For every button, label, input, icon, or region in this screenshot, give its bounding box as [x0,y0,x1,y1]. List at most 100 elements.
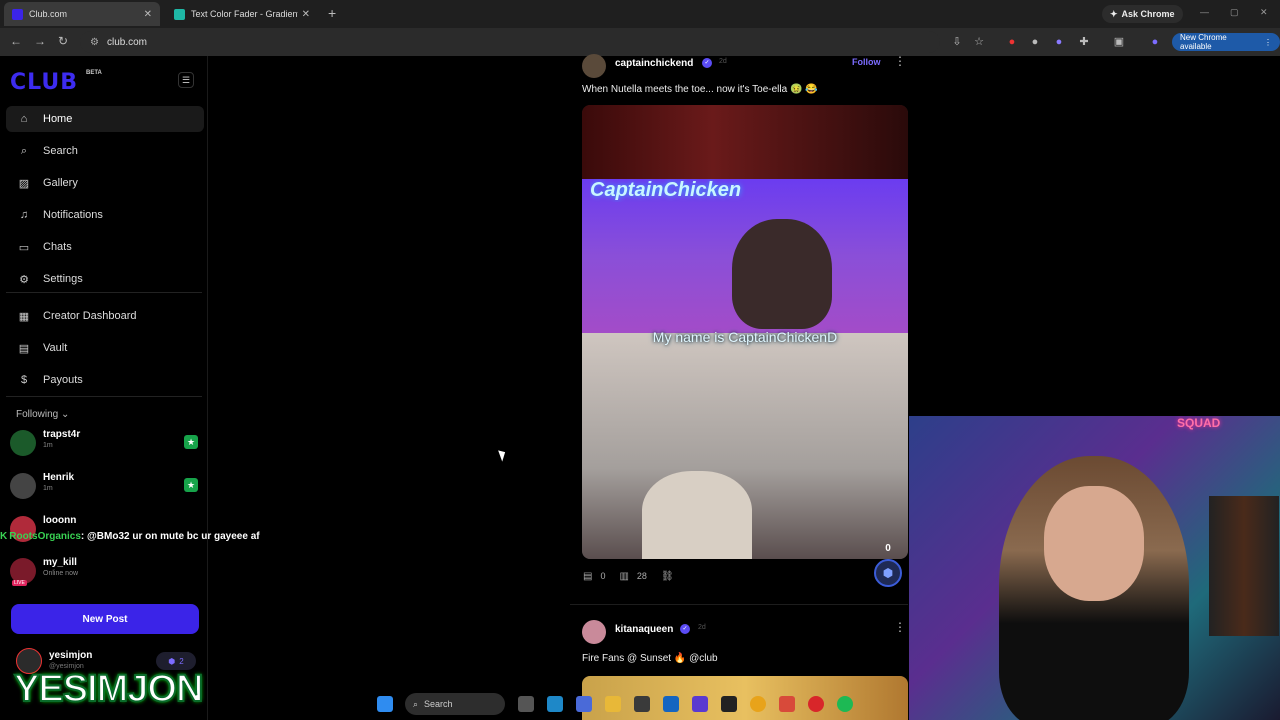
reload-icon[interactable]: ↻ [58,34,68,48]
webcam-overlay: SQUAD [909,416,1280,720]
stream-chat-message: K RootsOrganics: @BMo32 ur on mute bc ur … [0,531,260,542]
new-tab-icon[interactable]: + [328,6,336,20]
search-icon: ⌕ [413,698,419,709]
dashboard-icon: ▦ [18,310,30,323]
collapse-menu-icon[interactable]: ☰ [178,72,194,88]
avatar [10,473,36,499]
author-avatar[interactable] [582,54,606,78]
coin-count: 2 [179,656,184,666]
edge-icon[interactable] [546,696,563,712]
nav-payouts-label: Payouts [43,374,83,386]
post-text: Fire Fans @ Sunset 🔥 @club [582,653,718,664]
link-icon[interactable]: ⛓ [661,571,674,582]
club-logo[interactable]: CLUB [10,70,78,95]
nav-payouts[interactable]: $ Payouts [6,367,204,393]
post-video[interactable]: CaptainChicken My name is CaptainChicken… [582,105,908,559]
new-chrome-available-button[interactable]: New Chrome available ⋮ [1172,33,1280,51]
gallery-icon: ▨ [18,177,30,190]
post-stats: ▤ 0 ▥ 28 ⛓ [583,569,682,583]
following-toggle[interactable]: Following ⌄ [16,409,69,420]
verified-icon: ✓ [702,58,712,68]
address-bar[interactable]: ⚙ club.com [80,31,940,53]
video-frame-middle: CaptainChicken [582,179,908,333]
forward-icon[interactable]: → [34,34,46,48]
chat-text: : @BMo32 ur on mute bc ur gayeee af [80,531,260,542]
mouse-cursor [498,448,508,462]
more-options-icon[interactable]: ⋮ [894,54,906,68]
nav-search[interactable]: ⌕ Search [6,138,204,164]
profile-avatar-icon[interactable]: ● [1148,35,1162,49]
beta-badge: BETA [86,70,102,76]
nav-home-label: Home [43,113,73,125]
windows-taskbar: ⌕ Search [370,688,910,720]
tab-club[interactable]: Club.com ✕ [4,2,160,26]
ask-chrome-button[interactable]: ✦ Ask Chrome [1102,5,1183,23]
browser-tabstrip: Club.com ✕ Text Color Fader - Gradient /… [0,0,1280,28]
more-options-icon[interactable]: ⋮ [894,620,906,634]
close-tab-icon[interactable]: ✕ [302,9,310,20]
author-name[interactable]: kitanaqueen [615,624,673,635]
new-post-button[interactable]: New Post [11,604,199,634]
taskbar-search[interactable]: ⌕ Search [405,693,505,715]
close-tab-icon[interactable]: ✕ [144,9,152,20]
following-item-henrik[interactable]: Henrik 1m ★ [10,471,202,505]
task-view-icon[interactable] [517,696,534,712]
following-status: 1m [43,485,53,492]
store-icon[interactable] [633,696,650,712]
post-header: captainchickend ✓ 2d Follow ⋮ [582,54,908,78]
nav-home[interactable]: ⌂ Home [6,106,204,132]
obs-icon[interactable] [720,696,737,712]
file-explorer-icon[interactable] [604,696,621,712]
maximize-icon[interactable]: ▢ [1230,7,1239,18]
copilot-icon[interactable] [575,696,592,712]
opera-icon[interactable] [807,696,824,712]
nav-gallery[interactable]: ▨ Gallery [6,170,204,196]
nav-settings-label: Settings [43,273,83,285]
side-panel-icon[interactable]: ▣ [1112,35,1126,49]
bookmark-star-icon[interactable]: ☆ [972,35,986,49]
following-name: trapst4r [43,429,81,440]
live-badge: LIVE [12,580,27,586]
nav-chats[interactable]: ▭ Chats [6,234,204,260]
follow-button[interactable]: Follow [852,57,881,67]
back-icon[interactable]: ← [10,34,22,48]
close-window-icon[interactable]: ✕ [1260,7,1268,18]
bell-icon: ♫ [19,209,29,221]
nav-notifications[interactable]: ♫ Notifications [6,202,204,228]
mail-icon[interactable] [662,696,679,712]
nav-vault[interactable]: ▤ Vault [6,335,204,361]
author-avatar[interactable] [582,620,606,644]
site-info-icon[interactable]: ⚙ [90,37,99,48]
views-icon: ▥ [619,570,629,582]
extension-purple-icon[interactable]: ● [1052,35,1066,49]
comment-icon[interactable]: ▤ [583,571,592,582]
tip-button[interactable]: ⬢ [874,559,902,587]
minimize-icon[interactable]: — [1200,7,1209,17]
streamer-face [1044,486,1144,601]
following-item-my-kill[interactable]: LIVE my_kill Online now [10,556,202,590]
chevron-down-icon: ⌄ [61,409,70,420]
chrome-icon[interactable] [749,696,766,712]
extension-grey-icon[interactable]: ● [1028,35,1042,49]
browser-toolbar: ← → ↻ ⚙ club.com ⇩ ☆ ● ● ● ✚ ▣ ● New Chr… [0,28,1280,56]
post-header: kitanaqueen ✓ 2d ⋮ [582,620,908,644]
chat-badge-icon: K [0,531,8,542]
dollar-icon: $ [20,374,28,386]
extension-red-icon[interactable]: ● [1005,35,1019,49]
maps-icon[interactable] [778,696,795,712]
nav-creator-dashboard[interactable]: ▦ Creator Dashboard [6,303,204,329]
video-frame-top [582,105,908,179]
author-name[interactable]: captainchickend [615,58,693,69]
neon-sign: SQUAD [1177,416,1221,430]
extensions-puzzle-icon[interactable]: ✚ [1077,35,1091,49]
following-item-trapst4r[interactable]: trapst4r 1m ★ [10,428,202,462]
nav-settings[interactable]: ⚙ Settings [6,266,204,292]
video-face [642,471,752,559]
install-icon[interactable]: ⇩ [950,35,964,49]
app-icon[interactable] [691,696,708,712]
kebab-menu-icon: ⋮ [1264,37,1272,47]
windows-start-icon[interactable] [376,696,393,712]
spotify-icon[interactable] [836,696,853,712]
tab-text-color-fader[interactable]: Text Color Fader - Gradient / ra ✕ [166,2,318,26]
chat-user: RootsOrganics [9,531,81,542]
